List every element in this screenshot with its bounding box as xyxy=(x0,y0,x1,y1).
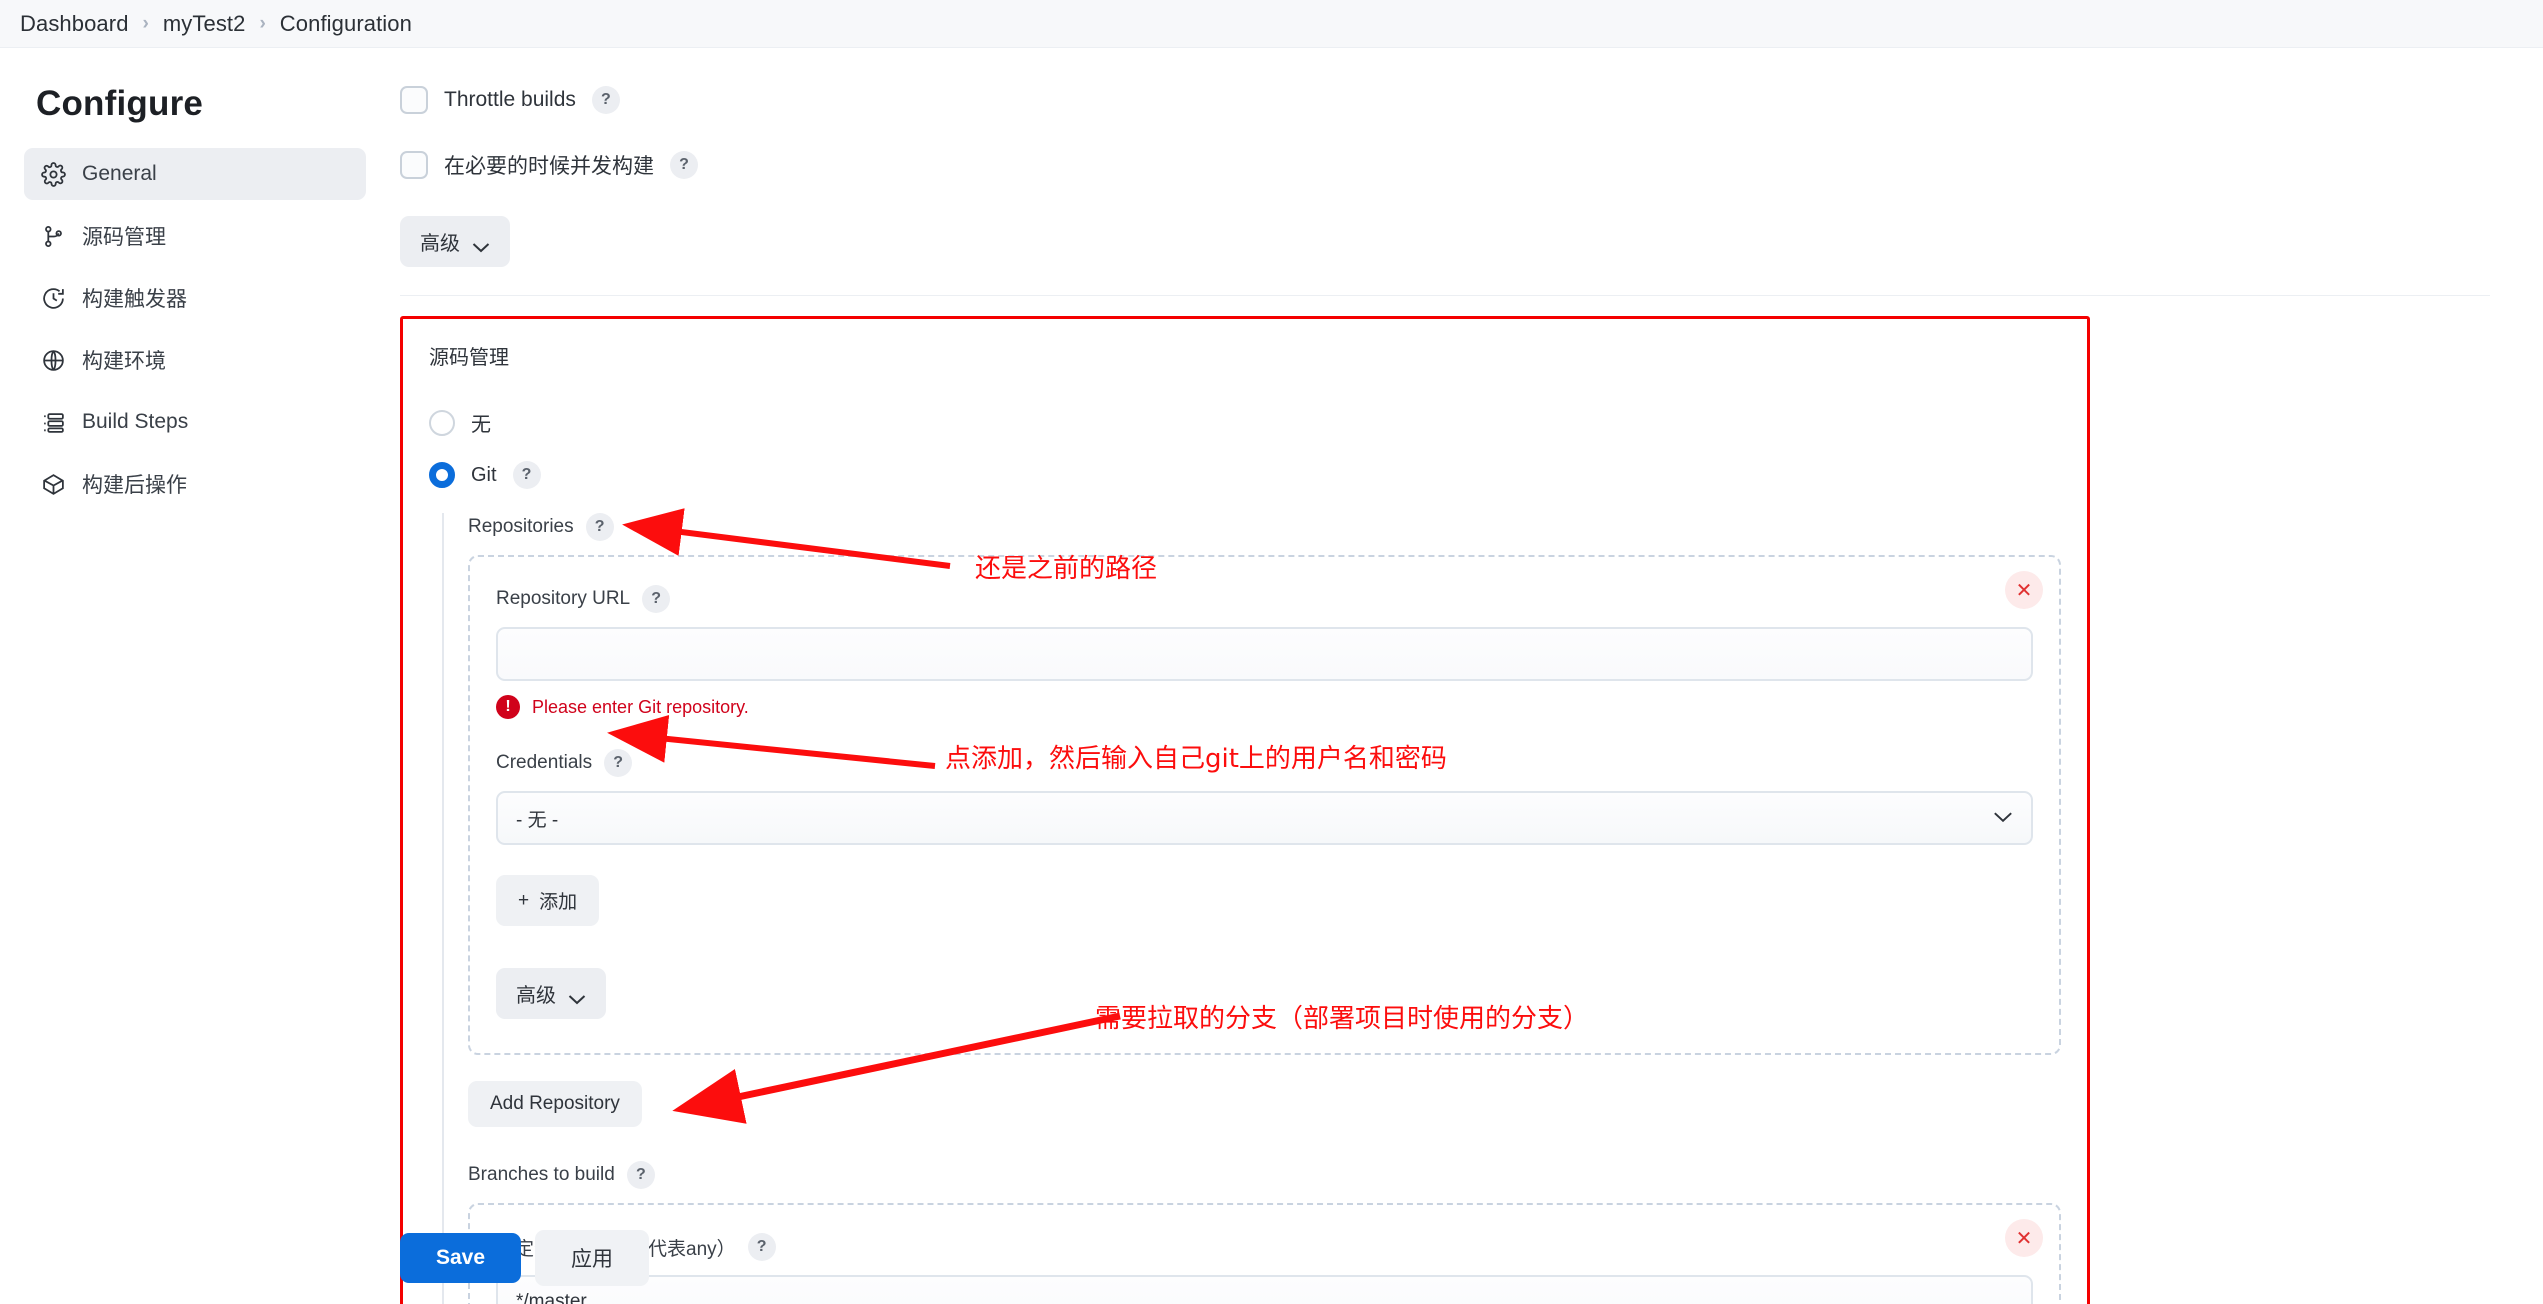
help-icon[interactable]: ? xyxy=(642,585,671,613)
package-icon xyxy=(40,471,66,497)
help-icon[interactable]: ? xyxy=(747,1233,776,1261)
repository-url-label-row: Repository URL ? xyxy=(496,585,2033,613)
breadcrumb-item-configuration[interactable]: Configuration xyxy=(280,11,412,37)
sidebar-item-label: General xyxy=(82,162,157,185)
scm-highlight-box: 源码管理 无 Git ? Repositories ? ✕ Repository… xyxy=(400,316,2090,1304)
page-title: Configure xyxy=(36,84,204,123)
apply-button[interactable]: 应用 xyxy=(535,1230,650,1286)
help-icon[interactable]: ? xyxy=(512,461,541,489)
help-icon[interactable]: ? xyxy=(585,513,614,541)
repositories-label: Repositories xyxy=(468,516,574,537)
branch-card: ✕ 指定分支（为空时代表any） ? xyxy=(468,1203,2061,1304)
annotation-text-3: 需要拉取的分支（部署项目时使用的分支） xyxy=(1095,1004,1590,1034)
throttle-builds-row: Throttle builds ? xyxy=(400,86,2543,114)
plus-icon: + xyxy=(518,889,530,911)
credentials-value: - 无 - xyxy=(516,809,559,831)
repository-url-error-text: Please enter Git repository. xyxy=(532,696,749,717)
sidebar-item-post-build-actions[interactable]: 构建后操作 xyxy=(24,458,366,510)
breadcrumb-item-dashboard[interactable]: Dashboard xyxy=(20,11,129,37)
add-repository-button[interactable]: Add Repository xyxy=(468,1081,642,1127)
git-settings-block: Repositories ? ✕ Repository URL ? ! Plea… xyxy=(442,513,2061,1304)
concurrent-builds-checkbox[interactable] xyxy=(400,151,428,179)
delete-repository-button[interactable]: ✕ xyxy=(2005,571,2043,609)
scm-radio-git[interactable] xyxy=(429,462,455,488)
breadcrumb: Dashboard › myTest2 › Configuration xyxy=(0,0,2543,48)
sidebar-item-build-environment[interactable]: 构建环境 xyxy=(24,334,366,386)
repository-advanced-label: 高级 xyxy=(516,985,556,1007)
breadcrumb-separator: › xyxy=(142,12,149,34)
scm-radio-git-row[interactable]: Git ? xyxy=(429,461,2061,489)
scm-section-title: 源码管理 xyxy=(429,347,509,369)
sidebar-item-general[interactable]: General xyxy=(24,148,366,200)
sidebar-item-label: 构建后操作 xyxy=(82,474,187,497)
help-icon[interactable]: ? xyxy=(626,1161,655,1189)
sidebar-item-label: 源码管理 xyxy=(82,226,166,249)
save-button[interactable]: Save xyxy=(400,1233,522,1283)
add-credentials-button[interactable]: + 添加 xyxy=(496,875,600,926)
annotation-text-1: 还是之前的路径 xyxy=(975,554,1158,584)
source-branch-icon xyxy=(40,223,66,249)
repository-url-input[interactable] xyxy=(496,627,2033,681)
form-actions: Save 应用 xyxy=(400,1230,650,1286)
repository-url-error: ! Please enter Git repository. xyxy=(496,695,2033,719)
main-content: Throttle builds ? 在必要的时候并发构建 ? 高级 源码管理 无… xyxy=(390,48,2543,1304)
credentials-label: Credentials xyxy=(496,752,593,773)
annotation-arrow-1 xyxy=(622,508,951,569)
gear-icon xyxy=(40,161,66,187)
chevron-down-icon xyxy=(472,236,490,253)
scm-radio-none[interactable] xyxy=(429,409,455,436)
sidebar-item-label: Build Steps xyxy=(82,410,189,433)
scm-radio-git-label: Git xyxy=(471,463,497,486)
annotation-arrow-2 xyxy=(607,714,936,769)
list-icon xyxy=(40,409,66,435)
breadcrumb-item-project[interactable]: myTest2 xyxy=(163,11,246,37)
help-icon[interactable]: ? xyxy=(670,151,698,179)
repository-url-label: Repository URL xyxy=(496,588,631,609)
section-divider xyxy=(400,295,2490,296)
sidebar-item-source-code-management[interactable]: 源码管理 xyxy=(24,210,366,262)
repository-advanced-button[interactable]: 高级 xyxy=(496,968,606,1019)
scm-radio-none-row[interactable]: 无 xyxy=(429,408,2061,437)
breadcrumb-separator: › xyxy=(259,12,266,34)
scm-radio-none-label: 无 xyxy=(471,414,491,436)
sidebar-item-build-triggers[interactable]: 构建触发器 xyxy=(24,272,366,324)
add-credentials-row: + 添加 xyxy=(496,875,2033,926)
repository-card: ✕ Repository URL ? ! Please enter Git re… xyxy=(468,555,2061,1055)
branches-to-build-label: Branches to build xyxy=(468,1164,615,1185)
sidebar-item-build-steps[interactable]: Build Steps xyxy=(24,396,366,448)
throttle-builds-checkbox[interactable] xyxy=(400,86,428,114)
throttle-builds-label: Throttle builds xyxy=(444,88,576,111)
annotation-arrow-3 xyxy=(672,1012,1121,1124)
help-icon[interactable]: ? xyxy=(591,86,620,114)
chevron-down-icon xyxy=(1993,807,2013,829)
general-advanced-button[interactable]: 高级 xyxy=(400,216,510,267)
branch-specifier-input[interactable] xyxy=(496,1275,2033,1304)
delete-branch-button[interactable]: ✕ xyxy=(2005,1219,2043,1257)
annotation-text-2: 点添加，然后输入自己git上的用户名和密码 xyxy=(945,744,1447,774)
sidebar: Configure General 源码管理 构建触发器 构建环境 Build … xyxy=(0,48,390,1304)
credentials-select[interactable]: - 无 - xyxy=(496,791,2033,845)
concurrent-builds-row: 在必要的时候并发构建 ? xyxy=(400,150,2543,180)
chevron-down-icon xyxy=(568,988,586,1005)
general-advanced-label: 高级 xyxy=(420,233,460,255)
sidebar-item-label: 构建触发器 xyxy=(82,288,187,311)
error-icon: ! xyxy=(496,695,520,719)
concurrent-builds-label: 在必要的时候并发构建 xyxy=(444,155,654,178)
branch-specifier-label-row: 指定分支（为空时代表any） ? xyxy=(496,1233,2033,1261)
clock-icon xyxy=(40,285,66,311)
sidebar-item-label: 构建环境 xyxy=(82,350,166,373)
branches-label-row: Branches to build ? xyxy=(468,1161,2061,1189)
globe-icon xyxy=(40,347,66,373)
add-credentials-label: 添加 xyxy=(539,892,578,913)
